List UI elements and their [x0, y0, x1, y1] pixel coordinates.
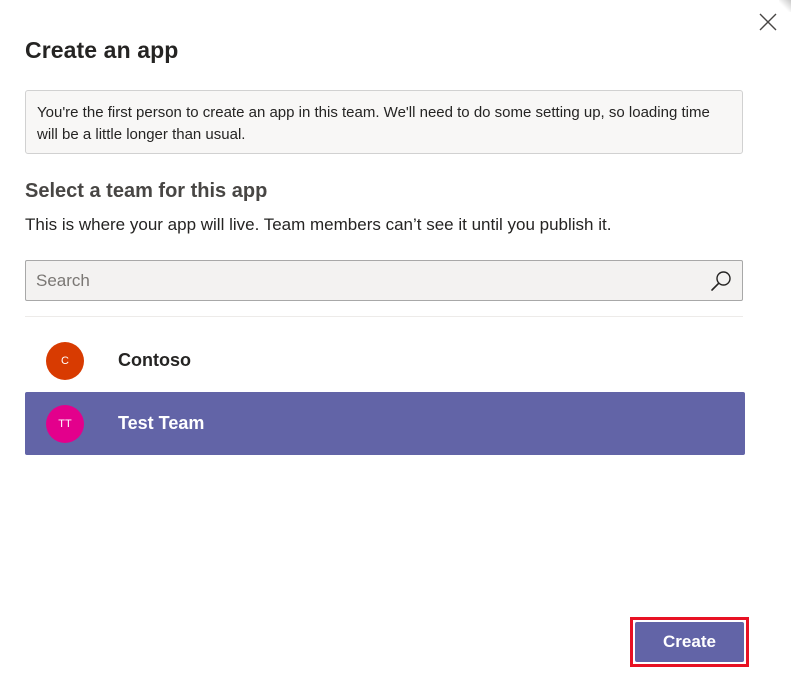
first-time-info-box: You're the first person to create an app…	[25, 90, 743, 154]
close-icon	[759, 13, 777, 31]
create-app-dialog: Create an app You're the first person to…	[0, 0, 791, 698]
info-message: You're the first person to create an app…	[37, 104, 710, 143]
team-item-test-team[interactable]: TT Test Team	[25, 392, 745, 455]
team-search-box	[25, 260, 743, 301]
select-team-description: This is where your app will live. Team m…	[25, 215, 612, 234]
team-name: Test Team	[118, 413, 205, 433]
close-button[interactable]	[756, 10, 780, 34]
search-icon[interactable]	[710, 270, 732, 292]
team-list: C Contoso TT Test Team	[25, 329, 745, 455]
avatar: C	[46, 341, 84, 380]
avatar: TT	[46, 404, 84, 443]
dialog-corner-shadow	[779, 0, 791, 12]
avatar-initials: TT	[58, 417, 72, 430]
team-item-contoso[interactable]: C Contoso	[25, 329, 745, 392]
create-button[interactable]: Create	[635, 622, 744, 662]
team-name: Contoso	[118, 350, 191, 370]
list-divider	[25, 316, 743, 317]
avatar-initials: C	[61, 354, 69, 367]
dialog-title: Create an app	[25, 37, 179, 63]
team-search-input[interactable]	[26, 261, 696, 300]
select-team-heading: Select a team for this app	[25, 180, 268, 202]
